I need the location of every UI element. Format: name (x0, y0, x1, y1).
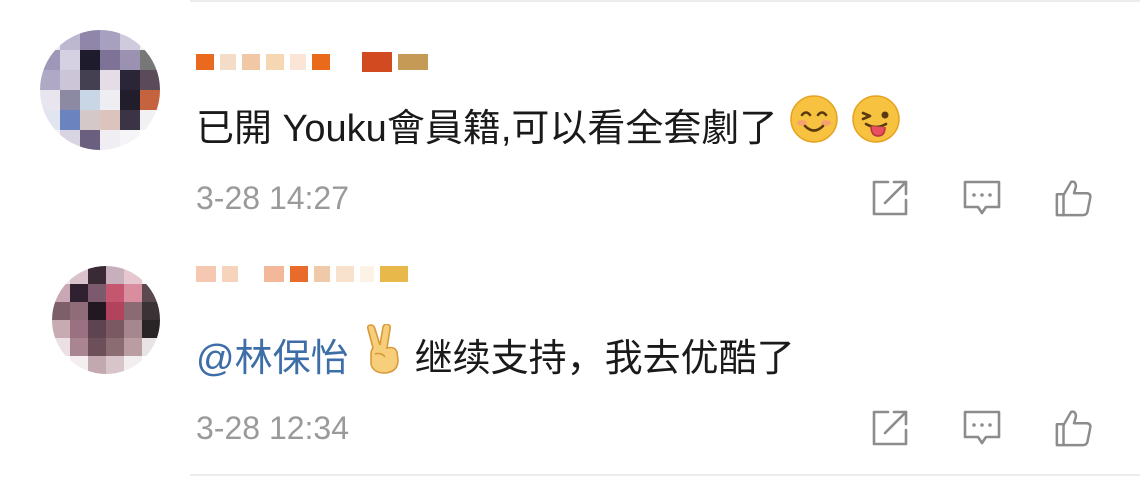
comment-text: @林保怡 继续支持，我去优酷了 (196, 323, 795, 384)
comment-text: 已開 Youku會員籍,可以看全套劇了 (196, 94, 901, 154)
comment-body: 已開 Youku會員籍,可以看全套劇了 (196, 107, 778, 150)
smiling-face-icon (789, 94, 839, 154)
winking-tongue-face-icon (851, 94, 901, 154)
share-icon[interactable] (870, 408, 910, 448)
comment-actions (870, 178, 1094, 218)
comment-item: 已開 Youku會員籍,可以看全套劇了 3-28 14:27 (0, 0, 1140, 240)
avatar[interactable] (40, 30, 160, 150)
bottom-divider (190, 474, 1140, 476)
username-redacted[interactable] (196, 52, 434, 72)
username-redacted[interactable] (196, 266, 414, 282)
timestamp: 3-28 14:27 (196, 180, 350, 216)
like-icon[interactable] (1054, 408, 1094, 448)
comment-actions (870, 408, 1094, 448)
like-icon[interactable] (1054, 178, 1094, 218)
share-icon[interactable] (870, 178, 910, 218)
mention-link[interactable]: @林保怡 (196, 327, 349, 382)
victory-hand-icon (363, 323, 405, 384)
reply-icon[interactable] (962, 408, 1002, 448)
avatar[interactable] (52, 266, 160, 374)
timestamp: 3-28 12:34 (196, 410, 350, 446)
reply-icon[interactable] (962, 178, 1002, 218)
comment-item: @林保怡 继续支持，我去优酷了 3-28 12:34 (0, 240, 1140, 476)
comment-body: 继续支持，我去优酷了 (414, 337, 795, 380)
